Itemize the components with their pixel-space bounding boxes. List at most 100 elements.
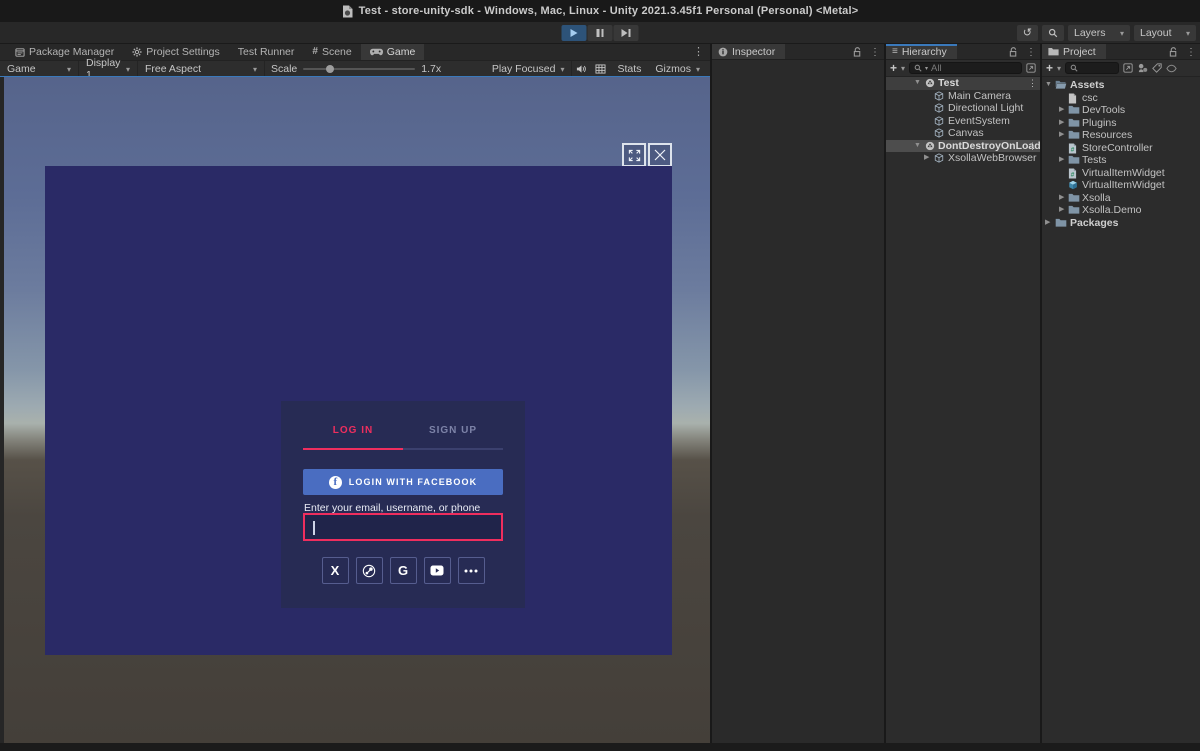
open-search-window-icon[interactable] xyxy=(1123,63,1133,73)
hierarchy-item-dontdestroyonload[interactable]: ▼DontDestroyOnLoad⋮ xyxy=(886,140,1040,153)
social-login-more-button[interactable] xyxy=(458,557,485,584)
email-input[interactable] xyxy=(303,513,503,541)
social-login-x-button[interactable]: X xyxy=(322,557,349,584)
login-with-facebook-button[interactable]: f LOGIN WITH FACEBOOK xyxy=(303,469,503,495)
disclosure-expanded-icon[interactable]: ▼ xyxy=(914,77,921,90)
project-item-plugins[interactable]: ▶Plugins xyxy=(1042,117,1200,130)
open-search-window-icon[interactable] xyxy=(1026,63,1036,73)
mute-audio-button[interactable] xyxy=(572,61,591,78)
disclosure-collapsed-icon[interactable]: ▶ xyxy=(1059,117,1064,130)
tab-log-in[interactable]: LOG IN xyxy=(303,425,403,450)
project-search-input[interactable] xyxy=(1065,62,1119,74)
hierarchy-item-xsollawebbrowser[interactable]: ▶XsollaWebBrowser xyxy=(886,152,1040,165)
hidden-packages-eye-icon[interactable] xyxy=(1166,64,1177,73)
scale-slider-knob[interactable] xyxy=(326,65,334,73)
disclosure-collapsed-icon[interactable]: ▶ xyxy=(1059,192,1064,205)
hierarchy-item-canvas[interactable]: Canvas xyxy=(886,127,1040,140)
lock-icon[interactable] xyxy=(853,47,862,57)
step-button[interactable] xyxy=(614,25,639,41)
scene-icon xyxy=(925,141,935,151)
disclosure-collapsed-icon[interactable]: ▶ xyxy=(924,152,929,165)
hierarchy-item-directional-light[interactable]: Directional Light xyxy=(886,102,1040,115)
hierarchy-tab-label: Hierarchy xyxy=(902,46,947,58)
stats-button[interactable]: Stats xyxy=(610,61,648,78)
social-login-youtube-button[interactable] xyxy=(424,557,451,584)
tab-inspector[interactable]: Inspector xyxy=(712,44,785,59)
game-view-left-edge xyxy=(0,77,4,743)
play-focused-dropdown[interactable]: Play Focused▾ xyxy=(485,61,572,78)
tab-scene[interactable]: #Scene xyxy=(303,44,360,60)
project-item-tests[interactable]: ▶Tests xyxy=(1042,154,1200,167)
game-display-mode-dropdown[interactable]: Game▾ xyxy=(0,61,78,78)
project-item-storecontroller[interactable]: #StoreController xyxy=(1042,142,1200,155)
hierarchy-item-eventsystem[interactable]: EventSystem xyxy=(886,115,1040,128)
lock-icon[interactable] xyxy=(1009,47,1018,57)
disclosure-collapsed-icon[interactable]: ▶ xyxy=(1059,204,1064,217)
kebab-menu-icon[interactable]: ⋮ xyxy=(870,47,880,58)
display-dropdown[interactable]: Display 1▾ xyxy=(79,61,137,78)
disclosure-expanded-icon[interactable]: ▼ xyxy=(1045,79,1052,92)
pause-button[interactable] xyxy=(588,25,613,41)
xsolla-web-browser-overlay: LOG IN SIGN UP f LOGIN WITH FACEBOOK Ent… xyxy=(45,166,672,655)
hierarchy-search-input[interactable]: ▾ All xyxy=(909,62,1022,74)
disclosure-expanded-icon[interactable]: ▼ xyxy=(914,140,921,153)
tab-hierarchy[interactable]: ≡ Hierarchy xyxy=(886,44,957,59)
gizmos-dropdown[interactable]: Gizmos▾ xyxy=(648,61,710,78)
game-view-kebab-menu[interactable]: ⋮ xyxy=(693,45,704,58)
project-item-csc[interactable]: csc xyxy=(1042,92,1200,105)
scale-value: 1.7x xyxy=(421,63,441,75)
kebab-menu-icon[interactable]: ⋮ xyxy=(1028,140,1037,153)
search-by-label-icon[interactable] xyxy=(1152,63,1162,73)
search-filter-chevron-icon[interactable]: ▾ xyxy=(925,65,928,72)
disclosure-collapsed-icon[interactable]: ▶ xyxy=(1059,104,1064,117)
lock-icon[interactable] xyxy=(1169,47,1178,57)
project-item-virtualitemwidget[interactable]: #VirtualItemWidget xyxy=(1042,167,1200,180)
tab-project-settings[interactable]: Project Settings xyxy=(123,44,229,60)
project-item-xsolla-demo[interactable]: ▶Xsolla.Demo xyxy=(1042,204,1200,217)
social-login-google-button[interactable]: G xyxy=(390,557,417,584)
prefab-icon xyxy=(1068,180,1078,190)
tab-test-runner[interactable]: Test Runner xyxy=(229,44,304,60)
kebab-menu-icon[interactable]: ⋮ xyxy=(1186,47,1196,58)
project-item-devtools[interactable]: ▶ DevTools xyxy=(1042,104,1200,117)
browser-fullscreen-button[interactable] xyxy=(622,143,646,167)
kebab-menu-icon[interactable]: ⋮ xyxy=(1026,47,1036,58)
inspector-panel: Inspector ⋮ xyxy=(712,44,884,743)
vsync-grid-button[interactable] xyxy=(591,61,610,78)
project-item-packages[interactable]: ▶Packages xyxy=(1042,217,1200,230)
project-item-label: Resources xyxy=(1082,129,1132,142)
project-item-label: DevTools xyxy=(1082,104,1125,117)
scale-label: Scale xyxy=(271,63,297,75)
layers-dropdown[interactable]: Layers▾ xyxy=(1068,25,1130,41)
play-button[interactable] xyxy=(562,25,587,41)
gameobject-icon xyxy=(934,116,944,126)
tab-sign-up[interactable]: SIGN UP xyxy=(403,425,503,450)
disclosure-collapsed-icon[interactable]: ▶ xyxy=(1045,217,1050,230)
hierarchy-search-text: All xyxy=(931,63,942,74)
kebab-menu-icon[interactable]: ⋮ xyxy=(1028,77,1037,90)
project-item-label: VirtualItemWidget xyxy=(1082,179,1165,192)
aspect-ratio-dropdown[interactable]: Free Aspect▾ xyxy=(138,61,264,78)
chevron-down-icon: ▾ xyxy=(696,65,700,74)
browser-close-button[interactable] xyxy=(648,143,672,167)
package-manager-icon xyxy=(15,48,25,57)
youtube-icon xyxy=(430,565,444,576)
global-search-button[interactable] xyxy=(1042,25,1064,41)
project-item-assets[interactable]: ▼Assets xyxy=(1042,79,1200,92)
disclosure-collapsed-icon[interactable]: ▶ xyxy=(1059,154,1064,167)
project-item-xsolla[interactable]: ▶Xsolla xyxy=(1042,192,1200,205)
step-icon xyxy=(622,29,628,37)
social-login-steam-button[interactable] xyxy=(356,557,383,584)
project-item-resources[interactable]: ▶ Resources xyxy=(1042,129,1200,142)
search-by-type-icon[interactable] xyxy=(1137,63,1148,73)
tab-game[interactable]: Game xyxy=(361,44,425,60)
hierarchy-item-main-camera[interactable]: Main Camera xyxy=(886,90,1040,103)
project-toolbar: +▾ xyxy=(1042,60,1200,77)
layout-dropdown[interactable]: Layout▾ xyxy=(1134,25,1196,41)
tab-project[interactable]: Project xyxy=(1042,44,1106,59)
undo-history-button[interactable]: ↺ xyxy=(1017,25,1038,41)
disclosure-collapsed-icon[interactable]: ▶ xyxy=(1059,129,1064,142)
hierarchy-item-test[interactable]: ▼Test⋮ xyxy=(886,77,1040,90)
scale-slider[interactable] xyxy=(303,68,415,70)
project-item-virtualitemwidget[interactable]: VirtualItemWidget xyxy=(1042,179,1200,192)
